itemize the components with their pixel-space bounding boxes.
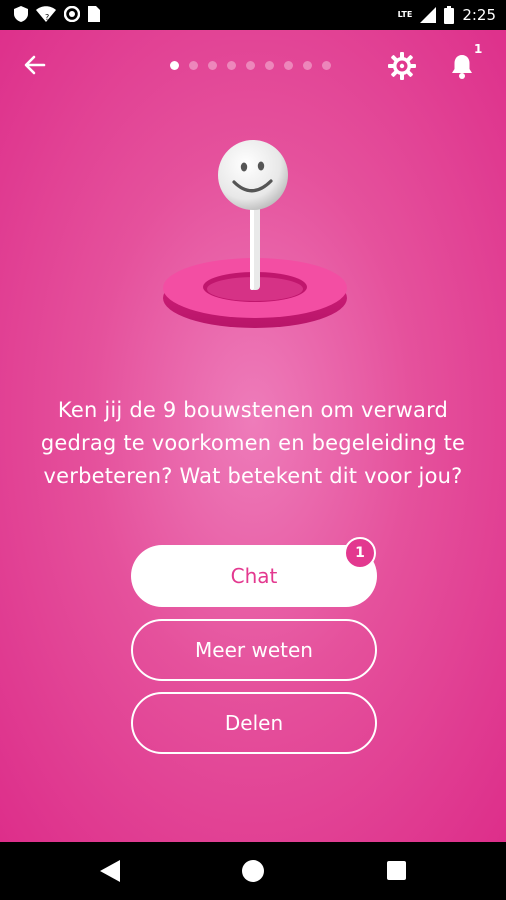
page-dot	[208, 61, 217, 70]
wifi-icon: ?	[36, 6, 56, 22]
arrow-left-icon	[24, 55, 46, 75]
status-right-icons: LTE 2:25	[398, 4, 496, 26]
status-bar: ? LTE 2:25	[0, 0, 506, 30]
chat-badge: 1	[344, 537, 376, 569]
page-indicator	[170, 61, 331, 70]
battery-icon	[444, 6, 455, 24]
page-dot	[265, 61, 274, 70]
chat-button[interactable]: Chat	[131, 545, 377, 607]
shield-icon	[14, 6, 28, 22]
gear-icon	[388, 52, 416, 80]
circle-icon	[64, 6, 80, 22]
page-dot	[170, 61, 179, 70]
svg-text:?: ?	[45, 13, 49, 22]
top-bar: 1	[0, 30, 506, 100]
page-dot	[246, 61, 255, 70]
recents-square-icon[interactable]	[387, 861, 406, 880]
question-text: Ken jij de 9 bouwstenen om verward gedra…	[40, 398, 466, 488]
status-left-icons: ?	[14, 6, 100, 22]
share-button[interactable]: Delen	[131, 692, 377, 754]
home-circle-icon[interactable]	[242, 860, 264, 882]
network-type: LTE	[397, 10, 413, 19]
smiley-pin-illustration	[163, 140, 347, 328]
page-dot	[227, 61, 236, 70]
page-dot	[189, 61, 198, 70]
page-dot	[322, 61, 331, 70]
page-dot	[284, 61, 293, 70]
sim-icon	[88, 6, 100, 22]
signal-icon	[420, 7, 437, 23]
more-info-button[interactable]: Meer weten	[131, 619, 377, 681]
settings-button[interactable]	[386, 50, 418, 82]
back-triangle-icon[interactable]	[100, 860, 120, 882]
notification-count: 1	[474, 42, 483, 56]
page-dot	[303, 61, 312, 70]
clock: 2:25	[462, 6, 496, 24]
system-nav-bar	[0, 842, 506, 900]
back-button[interactable]	[20, 50, 50, 80]
app-screen: 1 Ken jij de 9 bouwstenen om verward ged…	[0, 30, 506, 842]
